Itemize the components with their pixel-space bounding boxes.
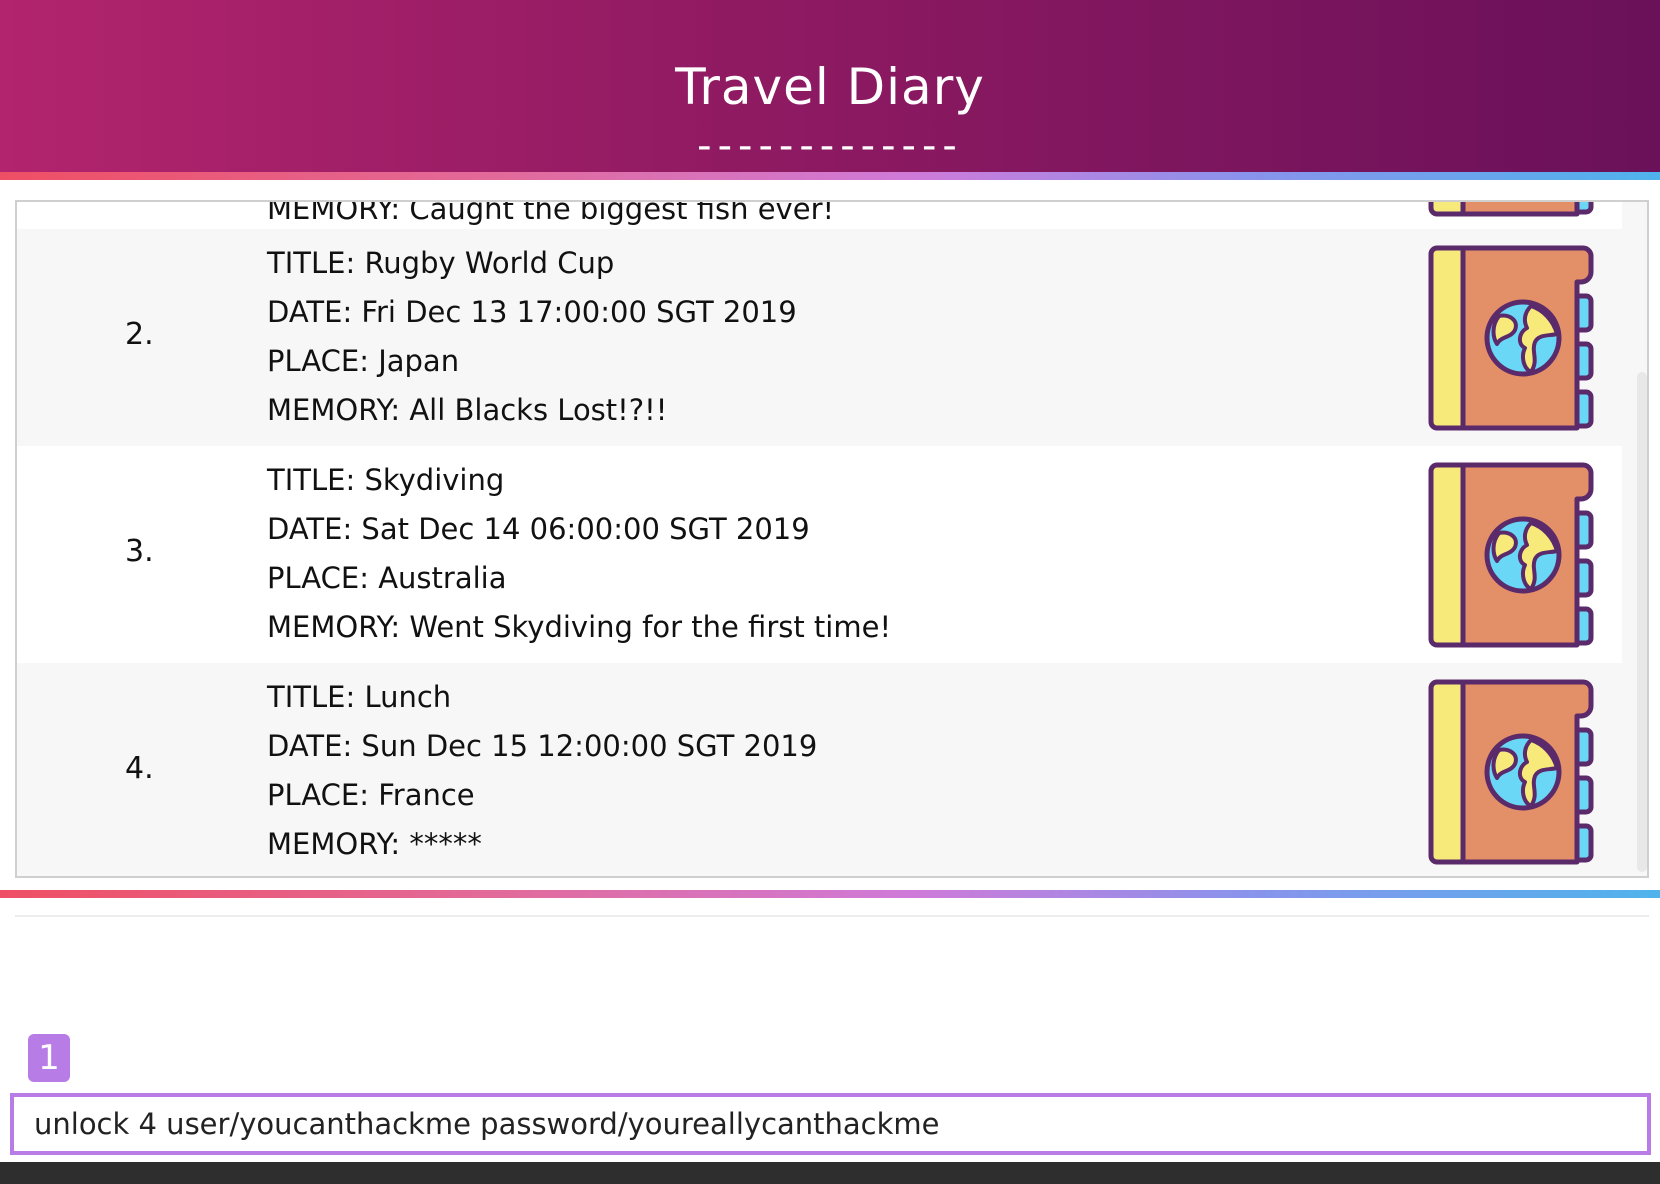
command-box[interactable] (10, 1093, 1651, 1155)
command-input[interactable] (34, 1097, 1624, 1151)
entry-place: PLACE: Australia (267, 561, 507, 595)
entry-date: DATE: Fri Dec 13 17:00:00 SGT 2019 (267, 295, 797, 329)
scrollbar-thumb[interactable] (1637, 372, 1647, 872)
entry-place: PLACE: France (267, 778, 475, 812)
list-divider (0, 890, 1660, 898)
title-underline-dashes: ------------- (697, 123, 963, 169)
result-display (15, 915, 1649, 1077)
entry-memory: MEMORY: ***** (267, 827, 482, 861)
diary-entry-list[interactable]: MEMORY: Caught the biggest fish ever! 2.… (15, 200, 1649, 878)
entry-place: PLACE: Japan (267, 344, 460, 378)
status-bar (0, 1162, 1660, 1184)
entry-title: TITLE: Lunch (267, 680, 452, 714)
entry-date: DATE: Sun Dec 15 12:00:00 SGT 2019 (267, 729, 818, 763)
diary-book-icon (1427, 461, 1597, 649)
list-item[interactable]: 3. TITLE: Skydiving DATE: Sat Dec 14 06:… (17, 446, 1622, 663)
entry-title: TITLE: Skydiving (267, 463, 505, 497)
diary-book-icon (1427, 200, 1597, 218)
entry-index: 2. (125, 317, 154, 352)
entry-date: DATE: Sat Dec 14 06:00:00 SGT 2019 (267, 512, 810, 546)
list-item[interactable]: 2. TITLE: Rugby World Cup DATE: Fri Dec … (17, 229, 1622, 446)
list-item[interactable]: MEMORY: Caught the biggest fish ever! (17, 200, 1622, 229)
entry-title: TITLE: Rugby World Cup (267, 246, 615, 280)
entry-index: 4. (125, 751, 154, 786)
diary-book-icon (1427, 678, 1597, 866)
entry-memory: MEMORY: Went Skydiving for the first tim… (267, 610, 892, 644)
list-item[interactable]: 4. TITLE: Lunch DATE: Sun Dec 15 12:00:0… (17, 663, 1622, 876)
app-header: Travel Diary ------------- (0, 0, 1660, 180)
app-title: Travel Diary (675, 58, 985, 116)
entry-memory: MEMORY: All Blacks Lost!?!! (267, 393, 668, 427)
diary-book-icon (1427, 244, 1597, 432)
step-badge: 1 (28, 1034, 70, 1082)
list-scrollbar[interactable] (1635, 202, 1647, 876)
header-divider (0, 172, 1660, 180)
entry-index: 3. (125, 534, 154, 569)
